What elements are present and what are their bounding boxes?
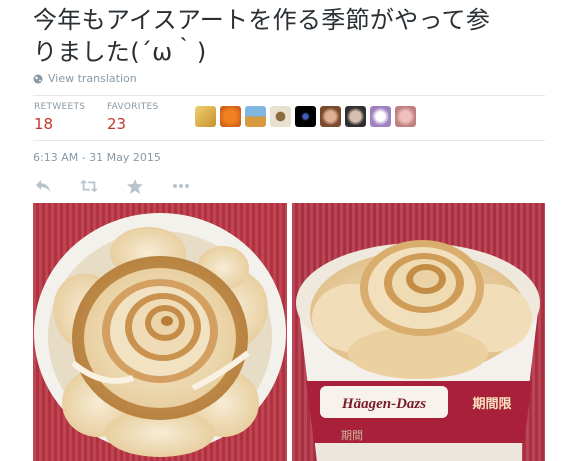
avatar[interactable] (295, 106, 316, 127)
retweets-stat[interactable]: RETWEETS 18 (34, 102, 85, 133)
globe-icon (33, 74, 43, 83)
tweet-stats: RETWEETS 18 FAVORITES 23 (33, 95, 545, 141)
retweets-count: 18 (34, 115, 54, 133)
favorites-count: 23 (107, 115, 127, 133)
photo-right[interactable]: Häagen-Dazs 期間限 期間 (292, 203, 545, 461)
retweets-label: RETWEETS (34, 102, 86, 112)
retweet-icon (80, 179, 98, 193)
avatar[interactable] (245, 106, 266, 127)
avatar[interactable] (395, 106, 416, 127)
rose-ice-cream-image (33, 203, 287, 461)
more-button[interactable] (172, 178, 190, 194)
reply-icon (36, 180, 50, 192)
cup-label-text: 期間限 (472, 397, 512, 412)
avatar[interactable] (345, 106, 366, 127)
favorites-label: FAVORITES (107, 102, 159, 112)
favorite-button[interactable] (126, 178, 144, 194)
view-translation-label: View translation (48, 72, 137, 85)
retweet-button[interactable] (80, 178, 98, 194)
avatar[interactable] (270, 106, 291, 127)
reply-button[interactable] (34, 178, 52, 194)
photo-left[interactable] (33, 203, 287, 461)
view-translation-link[interactable]: View translation (33, 72, 137, 85)
cup-label-text-2: 期間 (341, 429, 363, 442)
avatar[interactable] (370, 106, 391, 127)
tweet-timestamp[interactable]: 6:13 AM - 31 May 2015 (33, 151, 161, 164)
avatar[interactable] (195, 106, 216, 127)
favoriter-avatars (195, 106, 416, 127)
avatar[interactable] (320, 106, 341, 127)
favorite-icon (127, 178, 143, 194)
more-icon (173, 184, 189, 188)
tweet-text-line-2: りました(´ω｀) (33, 38, 207, 66)
haagen-dazs-cup-image: Häagen-Dazs 期間限 期間 (292, 203, 545, 461)
favorites-stat[interactable]: FAVORITES 23 (107, 102, 159, 133)
tweet-text-line-1: 今年もアイスアートを作る季節がやって参 (33, 6, 491, 34)
tweet-photos: Häagen-Dazs 期間限 期間 (33, 203, 545, 461)
tweet-text: 今年もアイスアートを作る季節がやって参 りました(´ω｀) (33, 4, 568, 68)
cup-brand-text: Häagen-Dazs (341, 396, 426, 412)
tweet-actions (34, 178, 190, 194)
avatar[interactable] (220, 106, 241, 127)
